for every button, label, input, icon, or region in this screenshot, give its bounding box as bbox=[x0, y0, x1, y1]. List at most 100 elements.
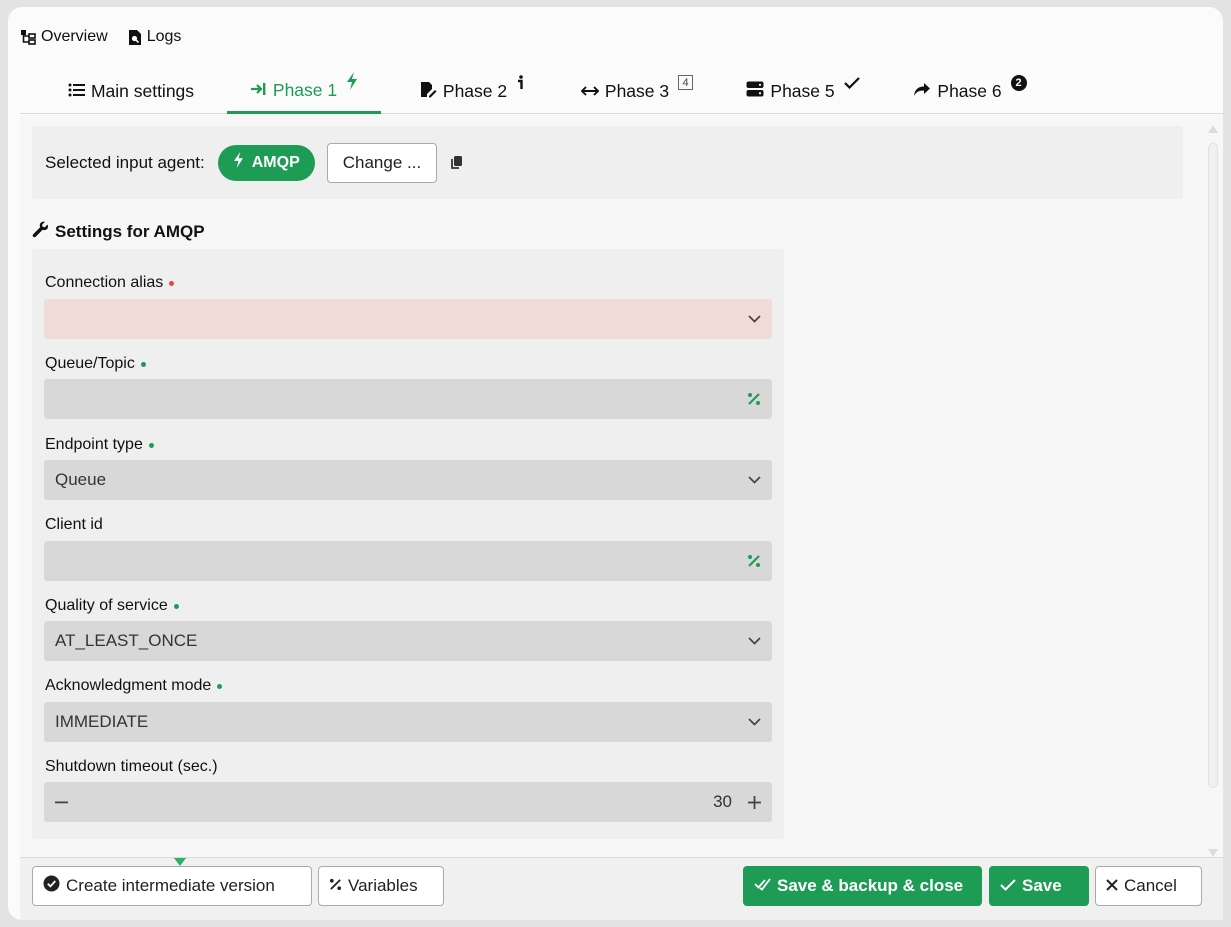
server-icon bbox=[746, 81, 764, 102]
plus-icon[interactable] bbox=[748, 795, 761, 809]
valid-indicator bbox=[148, 442, 154, 448]
chevron-down-icon bbox=[748, 637, 761, 645]
button-label: Save & backup & close bbox=[777, 876, 964, 895]
tab-phase-1[interactable]: Phase 1 bbox=[227, 69, 381, 114]
cancel-button[interactable]: Cancel bbox=[1095, 866, 1202, 906]
field-value: IMMEDIATE bbox=[55, 712, 149, 731]
version-marker bbox=[174, 858, 186, 866]
endpoint-type-select[interactable]: Queue bbox=[44, 460, 772, 500]
queue-topic-input[interactable] bbox=[44, 379, 772, 419]
settings-title-text: Settings for AMQP bbox=[55, 222, 205, 241]
field-label-text: Acknowledgment mode bbox=[45, 677, 212, 694]
field-label-text: Shutdown timeout (sec.) bbox=[45, 758, 218, 775]
sitemap-icon bbox=[20, 29, 36, 45]
tab-label: Phase 2 bbox=[442, 81, 508, 101]
valid-indicator bbox=[140, 361, 146, 367]
tab-phase-2[interactable]: Phase 2 bbox=[404, 69, 540, 114]
connection-alias-label: Connection alias bbox=[45, 274, 175, 292]
bolt-icon bbox=[346, 72, 358, 90]
bolt-icon bbox=[233, 152, 244, 173]
overview-label: Overview bbox=[41, 28, 108, 45]
info-icon bbox=[516, 74, 524, 91]
close-icon bbox=[1106, 876, 1118, 896]
tab-main-settings[interactable]: Main settings bbox=[56, 69, 206, 114]
acknowledgment-mode-select[interactable]: IMMEDIATE bbox=[44, 702, 772, 742]
scroll-down-arrow[interactable] bbox=[1208, 849, 1218, 857]
phase-content: Selected input agent: AMQP Change ... Se… bbox=[20, 115, 1223, 857]
scroll-up-arrow[interactable] bbox=[1208, 125, 1218, 133]
share-icon bbox=[913, 81, 931, 102]
stepper-value[interactable]: 30 bbox=[713, 792, 732, 812]
field-label-text: Endpoint type bbox=[45, 436, 143, 453]
settings-section-title: Settings for AMQP bbox=[32, 221, 205, 243]
tab-phase-3[interactable]: Phase 3 4 bbox=[574, 69, 700, 114]
quality-of-service-select[interactable]: AT_LEAST_ONCE bbox=[44, 621, 772, 661]
chevron-down-icon bbox=[748, 718, 761, 726]
shutdown-timeout-label: Shutdown timeout (sec.) bbox=[45, 758, 218, 776]
button-label: Variables bbox=[348, 876, 418, 895]
field-value: Queue bbox=[55, 470, 107, 489]
tab-label: Main settings bbox=[90, 81, 195, 101]
input-agent-panel: Selected input agent: AMQP Change ... bbox=[32, 126, 1183, 199]
minus-icon[interactable] bbox=[55, 801, 68, 804]
button-label: Cancel bbox=[1124, 876, 1177, 895]
dialog-footer: Create intermediate version Variables Sa… bbox=[20, 857, 1223, 920]
copy-icon[interactable] bbox=[450, 155, 463, 170]
create-intermediate-version-button[interactable]: Create intermediate version bbox=[32, 866, 312, 906]
overview-link[interactable]: Overview bbox=[20, 28, 108, 46]
client-id-label: Client id bbox=[45, 516, 103, 534]
acknowledgment-mode-label: Acknowledgment mode bbox=[45, 677, 223, 695]
file-search-icon bbox=[128, 29, 142, 46]
save-button[interactable]: Save bbox=[989, 866, 1089, 906]
variable-percent-icon[interactable] bbox=[747, 392, 761, 406]
scroll-thumb[interactable] bbox=[1208, 143, 1218, 788]
wrench-icon bbox=[32, 221, 49, 243]
count-badge: 2 bbox=[1010, 74, 1027, 91]
count-badge: 4 bbox=[678, 75, 694, 90]
check-icon bbox=[1000, 876, 1016, 896]
shutdown-timeout-stepper[interactable]: 30 bbox=[44, 782, 772, 822]
arrows-horizontal-icon bbox=[580, 81, 600, 102]
quality-of-service-label: Quality of service bbox=[45, 597, 179, 615]
chevron-down-icon bbox=[748, 315, 761, 323]
valid-indicator bbox=[217, 683, 223, 689]
field-label-text: Queue/Topic bbox=[45, 355, 135, 372]
queue-topic-label: Queue/Topic bbox=[45, 355, 146, 373]
phase-tabs: Main settings Phase 1 Phase 2 Phase 3 4 … bbox=[20, 69, 1223, 114]
valid-indicator bbox=[173, 603, 179, 609]
required-indicator bbox=[169, 280, 175, 286]
tab-phase-5[interactable]: Phase 5 bbox=[738, 69, 868, 114]
tab-label: Phase 1 bbox=[272, 79, 338, 100]
selected-agent-label: Selected input agent: bbox=[45, 152, 205, 172]
logs-label: Logs bbox=[146, 28, 182, 45]
tab-label: Phase 5 bbox=[770, 81, 835, 101]
variable-percent-icon[interactable] bbox=[747, 554, 761, 568]
field-label-text: Quality of service bbox=[45, 597, 168, 614]
change-agent-button[interactable]: Change ... bbox=[326, 142, 438, 183]
variable-percent-icon bbox=[329, 876, 342, 896]
vertical-scrollbar[interactable] bbox=[1206, 125, 1220, 858]
double-check-icon bbox=[754, 876, 771, 896]
top-links: Overview Logs bbox=[20, 28, 181, 46]
tab-label: Phase 6 bbox=[937, 81, 1002, 101]
agent-badge[interactable]: AMQP bbox=[217, 144, 315, 181]
tab-phase-6[interactable]: Phase 6 2 bbox=[904, 69, 1036, 114]
tab-label: Phase 3 bbox=[604, 81, 670, 101]
save-backup-close-button[interactable]: Save & backup & close bbox=[743, 866, 982, 906]
arrow-to-right-icon bbox=[250, 80, 267, 101]
check-icon bbox=[843, 76, 860, 89]
variables-button[interactable]: Variables bbox=[318, 866, 444, 906]
client-id-input[interactable] bbox=[44, 541, 772, 581]
connection-alias-select[interactable] bbox=[44, 299, 772, 339]
amqp-settings-form: Connection alias Queue/Topic Endpoint ty… bbox=[32, 249, 784, 839]
button-label: Create intermediate version bbox=[66, 876, 275, 895]
dialog: Overview Logs Main settings Phase 1 Phas… bbox=[8, 7, 1223, 920]
button-label: Save bbox=[1022, 876, 1062, 895]
endpoint-type-label: Endpoint type bbox=[45, 436, 154, 454]
list-icon bbox=[68, 81, 85, 102]
agent-name: AMQP bbox=[251, 153, 300, 171]
logs-link[interactable]: Logs bbox=[128, 28, 182, 46]
field-label-text: Connection alias bbox=[45, 274, 164, 291]
check-circle-icon bbox=[43, 875, 60, 897]
file-pen-icon bbox=[420, 81, 437, 103]
